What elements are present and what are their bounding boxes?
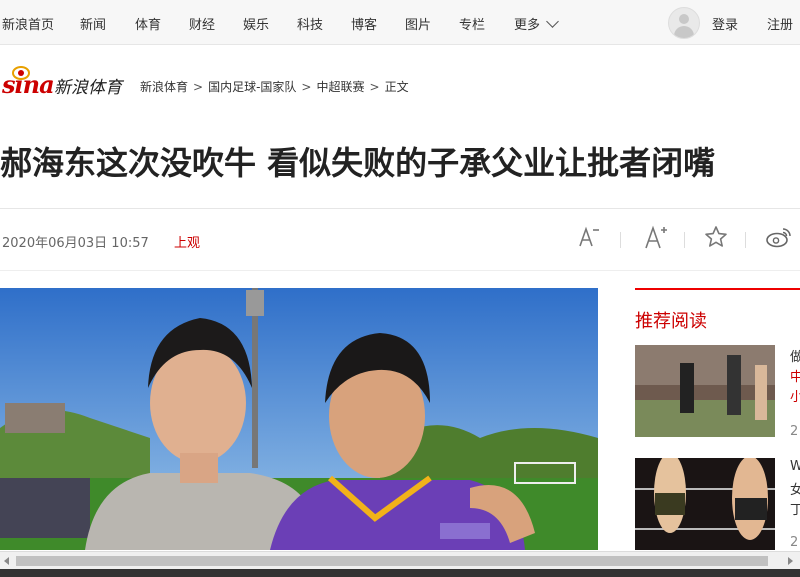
nav-item-blog[interactable]: 博客 [351, 14, 377, 33]
login-link[interactable]: 登录 [712, 14, 738, 33]
scroll-right-icon[interactable] [788, 557, 793, 565]
divider [0, 270, 800, 271]
article-source-link[interactable]: 上观 [174, 232, 200, 251]
toolbar-separator [684, 232, 685, 248]
recommended-title-line[interactable]: 小 [790, 386, 800, 405]
weibo-share-icon[interactable] [764, 222, 794, 252]
breadcrumb-item[interactable]: 中超联赛 [316, 80, 364, 94]
recommended-title-line[interactable]: 做 [790, 346, 800, 365]
breadcrumb-item[interactable]: 新浪体育 [140, 80, 188, 94]
recommended-meta: 2 [790, 535, 799, 550]
recommended-title-line[interactable]: 中 [790, 366, 800, 385]
article-date: 2020年06月03日 10:57 [2, 236, 149, 251]
article-headline: 郝海东这次没吹牛 看似失败的子承父业让批者闭嘴 [0, 144, 716, 182]
horizontal-scrollbar[interactable] [0, 551, 800, 570]
nav-item-photos[interactable]: 图片 [405, 14, 431, 33]
chevron-down-icon[interactable] [546, 15, 559, 28]
top-nav-bar: 新浪首页 新闻 体育 财经 娱乐 科技 博客 图片 专栏 更多 登录 注册 [0, 0, 800, 45]
register-link[interactable]: 注册 [767, 14, 793, 33]
sina-sports-logo[interactable]: sina 新浪体育 [2, 66, 132, 100]
breadcrumb-item-current: 正文 [384, 80, 409, 94]
site-name: 新浪体育 [54, 78, 122, 98]
breadcrumb-item[interactable]: 国内足球-国家队 [208, 80, 296, 94]
nav-item-finance[interactable]: 财经 [189, 14, 215, 33]
nav-item-ent[interactable]: 娱乐 [243, 14, 269, 33]
nav-item-sports[interactable]: 体育 [135, 14, 161, 33]
recommended-title-line[interactable]: 丁 [790, 499, 800, 518]
toolbar-separator [745, 232, 746, 248]
article-photo [0, 288, 598, 550]
recommended-thumbnail[interactable] [635, 345, 775, 437]
recommended-title-line[interactable]: W [790, 459, 800, 474]
breadcrumb: 新浪体育 > 国内足球-国家队 > 中超联赛 > 正文 [140, 78, 409, 95]
scroll-left-icon[interactable] [4, 557, 9, 565]
divider [0, 208, 800, 209]
font-decrease-icon[interactable] [575, 222, 605, 252]
breadcrumb-separator: > [193, 80, 204, 94]
taskbar-strip [0, 569, 800, 577]
sina-eye-icon [12, 66, 30, 80]
avatar[interactable] [668, 7, 700, 39]
nav-item-home[interactable]: 新浪首页 [2, 14, 54, 33]
font-increase-icon[interactable] [641, 222, 671, 252]
nav-item-more[interactable]: 更多 [514, 14, 540, 33]
scrollbar-thumb[interactable] [16, 556, 768, 566]
recommended-meta: 2 [790, 424, 799, 439]
breadcrumb-separator: > [301, 80, 312, 94]
sidebar-title: 推荐阅读 [635, 311, 707, 332]
nav-item-tech[interactable]: 科技 [297, 14, 323, 33]
breadcrumb-separator: > [369, 80, 380, 94]
recommended-title-line[interactable]: 女 [790, 479, 800, 498]
star-icon[interactable] [701, 222, 731, 252]
toolbar-separator [620, 232, 621, 248]
recommended-thumbnail[interactable] [635, 458, 775, 550]
nav-item-column[interactable]: 专栏 [459, 14, 485, 33]
nav-item-news[interactable]: 新闻 [80, 14, 106, 33]
sidebar-accent-line [635, 288, 800, 290]
